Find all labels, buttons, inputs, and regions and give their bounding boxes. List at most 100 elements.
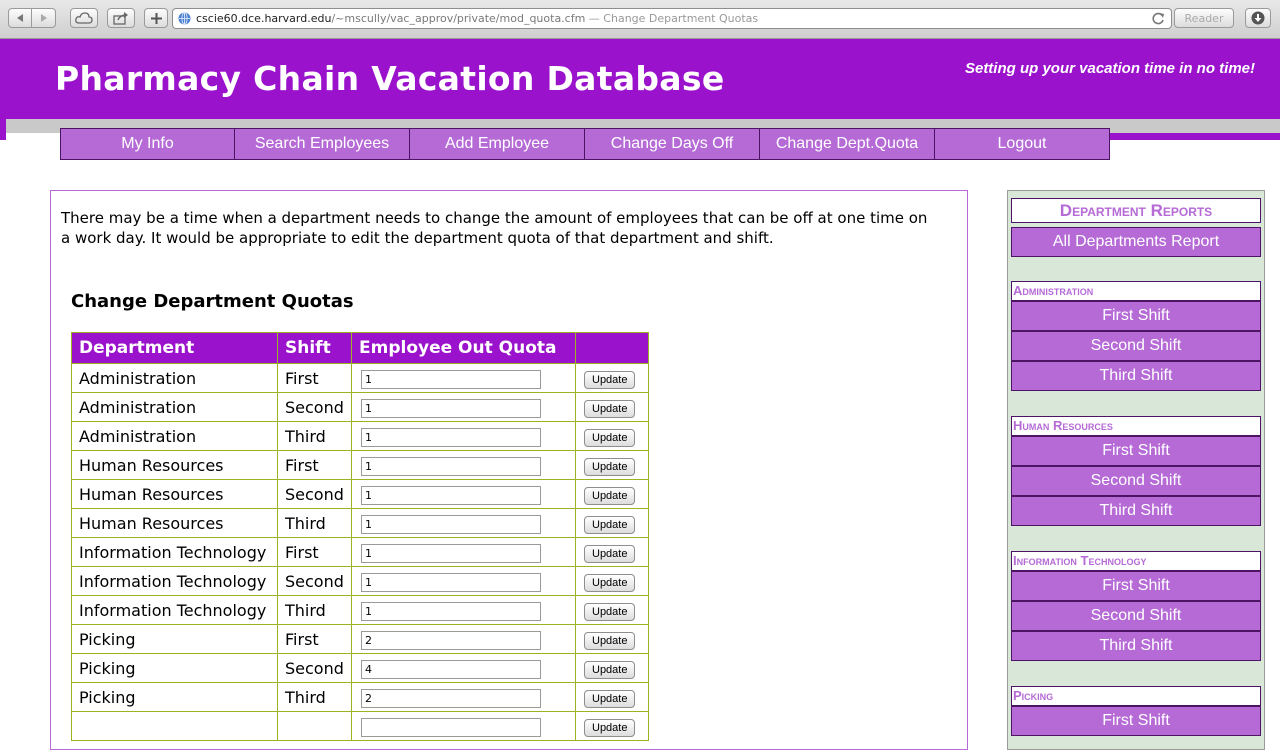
sidebar-shift-report-link[interactable]: First Shift: [1011, 706, 1261, 736]
quota-input[interactable]: [361, 688, 541, 708]
update-button[interactable]: Update: [584, 399, 636, 418]
sidebar-shift-report-link[interactable]: Second Shift: [1011, 466, 1261, 496]
update-button[interactable]: Update: [584, 486, 636, 505]
nav-search-employees[interactable]: Search Employees: [235, 128, 410, 160]
downloads-button[interactable]: [1245, 8, 1271, 28]
update-button[interactable]: Update: [584, 631, 636, 650]
cell-action: Update: [575, 624, 649, 654]
cell-quota: [351, 711, 576, 741]
sidebar-shift-report-link[interactable]: First Shift: [1011, 301, 1261, 331]
reload-icon[interactable]: [1152, 12, 1165, 25]
browser-toolbar: cscie60.dce.harvard.edu/~mscully/vac_app…: [0, 0, 1280, 39]
update-button[interactable]: Update: [584, 370, 636, 389]
cell-action: Update: [575, 595, 649, 625]
cell-quota: [351, 363, 576, 393]
cell-quota: [351, 653, 576, 683]
all-departments-report-button[interactable]: All Departments Report: [1011, 227, 1261, 257]
nav-add-employee[interactable]: Add Employee: [410, 128, 585, 160]
share-button[interactable]: [107, 8, 135, 28]
reader-button[interactable]: Reader: [1174, 8, 1234, 28]
new-tab-button[interactable]: [144, 8, 168, 28]
cell-shift: Second: [277, 653, 352, 683]
cell-quota: [351, 566, 576, 596]
cell-action: Update: [575, 421, 649, 451]
back-button[interactable]: [8, 8, 32, 28]
header-quota: Employee Out Quota: [351, 332, 576, 364]
cell-shift: First: [277, 624, 352, 654]
cell-action: Update: [575, 363, 649, 393]
cell-action: Update: [575, 479, 649, 509]
quota-input[interactable]: [361, 601, 541, 621]
update-button[interactable]: Update: [584, 515, 636, 534]
cell-quota: [351, 595, 576, 625]
sidebar-shift-report-link[interactable]: Third Shift: [1011, 496, 1261, 526]
update-button[interactable]: Update: [584, 457, 636, 476]
cell-shift: First: [277, 363, 352, 393]
quota-input[interactable]: [361, 456, 541, 476]
table-row: Information TechnologySecond Update: [71, 566, 649, 596]
update-button[interactable]: Update: [584, 689, 636, 708]
globe-icon: [178, 12, 191, 25]
quota-input[interactable]: [361, 543, 541, 563]
sidebar-shift-report-link[interactable]: Third Shift: [1011, 631, 1261, 661]
quota-input[interactable]: [361, 427, 541, 447]
cell-department: Human Resources: [71, 479, 278, 509]
sidebar-shift-report-link[interactable]: Second Shift: [1011, 601, 1261, 631]
quota-input[interactable]: [361, 485, 541, 505]
nav-logout[interactable]: Logout: [935, 128, 1110, 160]
sidebar-shift-report-link[interactable]: Third Shift: [1011, 361, 1261, 391]
reports-sidebar: Department Reports All Departments Repor…: [1007, 190, 1265, 750]
cell-shift: Second: [277, 566, 352, 596]
sidebar-group-heading: Administration: [1011, 281, 1261, 301]
quota-input[interactable]: [361, 659, 541, 679]
table-header-row: Department Shift Employee Out Quota: [71, 332, 649, 364]
nav-change-days-off[interactable]: Change Days Off: [585, 128, 760, 160]
cloud-icon: [75, 12, 93, 24]
cell-shift: First: [277, 450, 352, 480]
header-accent: [0, 119, 6, 140]
quota-input[interactable]: [361, 369, 541, 389]
quota-table: Department Shift Employee Out Quota Admi…: [71, 332, 649, 741]
sidebar-shift-report-link[interactable]: First Shift: [1011, 571, 1261, 601]
quota-input[interactable]: [361, 572, 541, 592]
nav-my-info[interactable]: My Info: [60, 128, 235, 160]
nav-change-dept-quota[interactable]: Change Dept.Quota: [760, 128, 935, 160]
update-button[interactable]: Update: [584, 428, 636, 447]
icloud-tabs-button[interactable]: [70, 8, 98, 28]
table-row: Update: [71, 711, 649, 741]
cell-shift: [277, 711, 352, 741]
download-icon: [1251, 11, 1265, 25]
cell-shift: Third: [277, 595, 352, 625]
update-button[interactable]: Update: [584, 660, 636, 679]
update-button[interactable]: Update: [584, 602, 636, 621]
table-row: PickingThird Update: [71, 682, 649, 712]
share-icon: [113, 11, 128, 25]
update-button[interactable]: Update: [584, 718, 636, 737]
sidebar-shift-report-link[interactable]: First Shift: [1011, 436, 1261, 466]
site-title: Pharmacy Chain Vacation Database: [55, 59, 725, 98]
cell-department: Information Technology: [71, 537, 278, 567]
cell-department: Human Resources: [71, 450, 278, 480]
cell-department: [71, 711, 278, 741]
quota-input[interactable]: [361, 514, 541, 534]
cell-department: Information Technology: [71, 566, 278, 596]
update-button[interactable]: Update: [584, 573, 636, 592]
address-bar[interactable]: cscie60.dce.harvard.edu/~mscully/vac_app…: [172, 8, 1172, 29]
cell-action: Update: [575, 508, 649, 538]
cell-action: Update: [575, 566, 649, 596]
table-row: AdministrationThird Update: [71, 421, 649, 451]
cell-shift: Second: [277, 479, 352, 509]
url-path: /~mscully/vac_approv/private/mod_quota.c…: [331, 12, 586, 25]
quota-input[interactable]: [361, 630, 541, 650]
quota-input[interactable]: [361, 717, 541, 737]
intro-text: There may be a time when a department ne…: [61, 209, 928, 247]
cell-quota: [351, 508, 576, 538]
cell-action: Update: [575, 653, 649, 683]
cell-shift: Third: [277, 682, 352, 712]
sidebar-shift-report-link[interactable]: Second Shift: [1011, 331, 1261, 361]
quota-input[interactable]: [361, 398, 541, 418]
table-row: Human ResourcesFirst Update: [71, 450, 649, 480]
update-button[interactable]: Update: [584, 544, 636, 563]
cell-department: Human Resources: [71, 508, 278, 538]
forward-button[interactable]: [31, 8, 56, 28]
